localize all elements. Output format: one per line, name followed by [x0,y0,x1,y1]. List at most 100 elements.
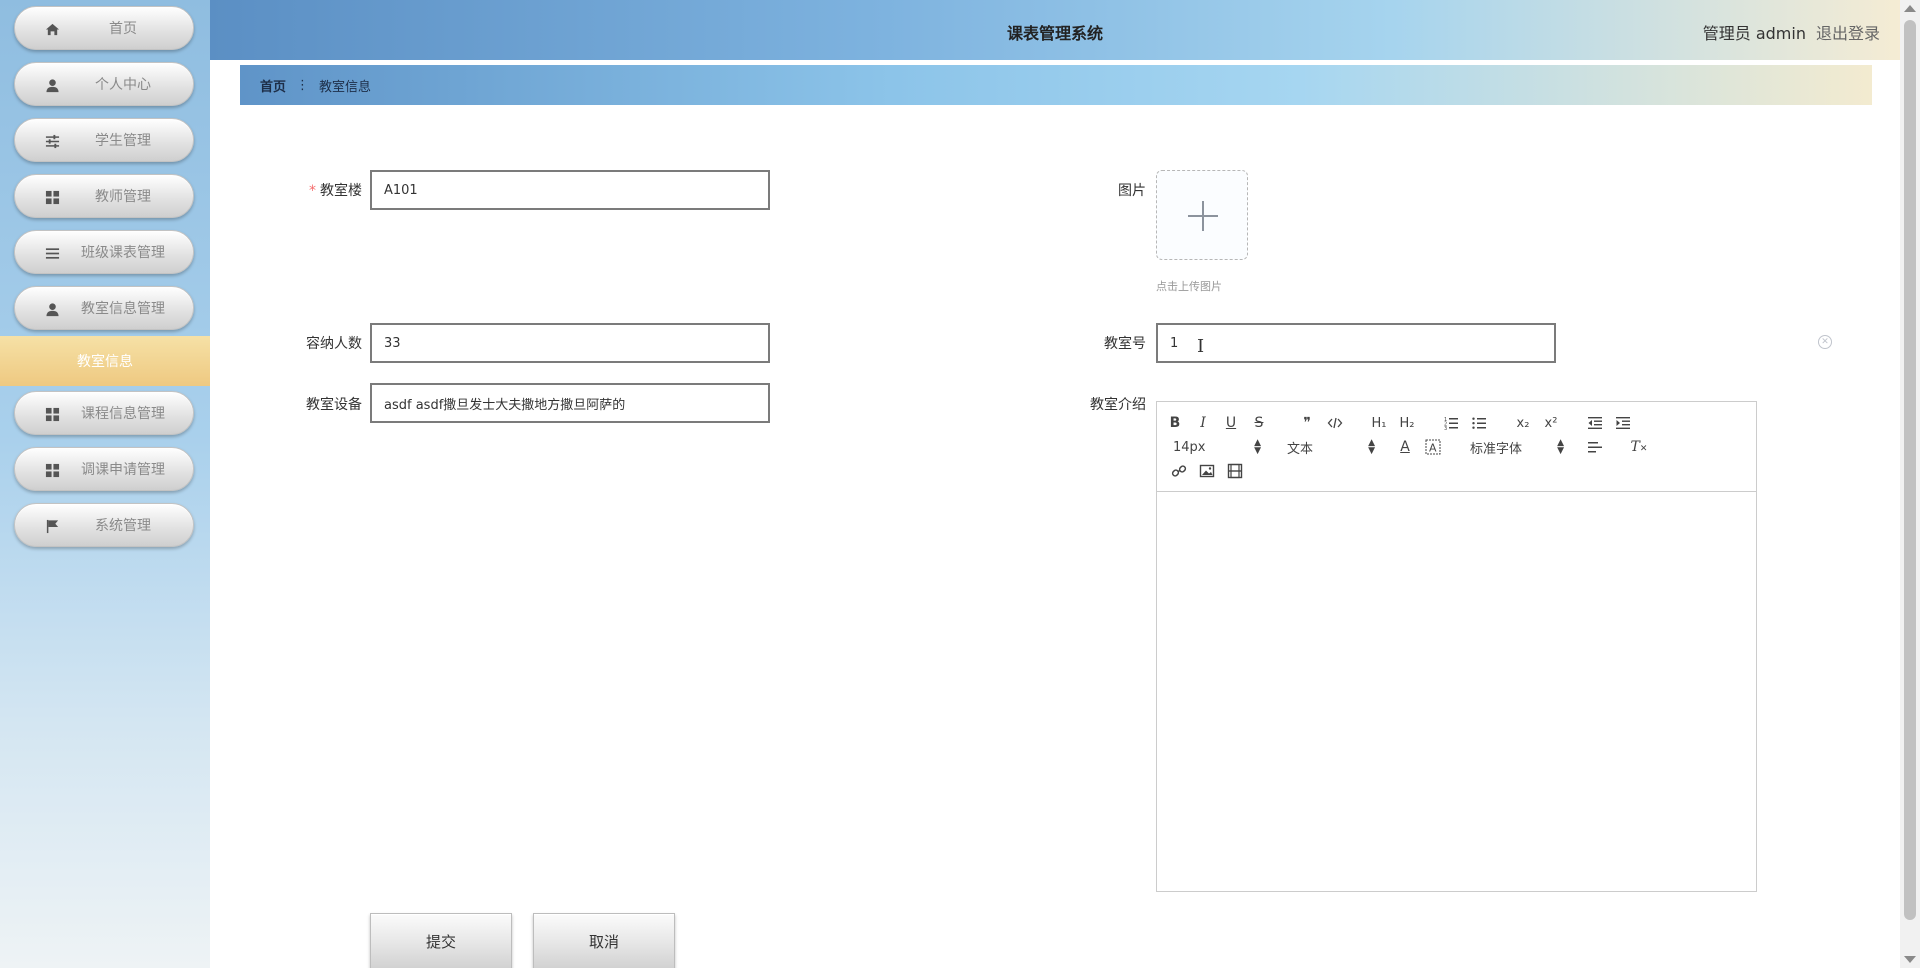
breadcrumb-separator: ⋮ [296,77,310,93]
font-family-select[interactable]: 标准字体 ▲ ▼ [1470,437,1564,457]
image-upload[interactable] [1156,170,1248,260]
header-select[interactable]: 文本 ▲ ▼ [1287,437,1375,457]
font-color-icon: A [1400,439,1410,455]
sidebar-item-label: 学生管理 [95,133,151,149]
ordered-list-button[interactable]: 123 [1440,413,1462,433]
list-icon [43,244,61,262]
video-button[interactable] [1224,461,1246,481]
sidebar-item-teachers[interactable]: 教师管理 [14,174,194,218]
h1-button[interactable]: H₁ [1368,413,1390,433]
font-color-button[interactable]: A [1394,437,1416,457]
building-input[interactable] [370,170,770,210]
building-label-text: 教室楼 [320,183,362,199]
background-color-button[interactable]: A [1422,437,1444,457]
editor-toolbar: B I U S ❞ H₁ H₂ 123 x₂ x² 14px ▲ ▼ 文本 ▲ ▼ A … [1157,402,1756,492]
clear-format-button[interactable]: T✕ [1628,437,1650,457]
align-left-icon [1588,442,1602,453]
font-size-value: 14px [1173,439,1206,455]
h2-button[interactable]: H₂ [1396,413,1418,433]
rich-text-editor: B I U S ❞ H₁ H₂ 123 x₂ x² 14px ▲ ▼ 文本 ▲ ▼ A … [1156,401,1757,892]
background-color-icon: A [1425,439,1441,455]
scroll-up-icon[interactable] [1904,5,1916,12]
video-icon [1227,463,1243,479]
indent-button[interactable] [1612,413,1634,433]
code-button[interactable] [1324,413,1346,433]
align-button[interactable] [1584,437,1606,457]
sidebar-item-reschedule[interactable]: 调课申请管理 [14,447,194,491]
sidebar-item-profile[interactable]: 个人中心 [14,62,194,106]
sidebar-item-label: 课程信息管理 [81,406,165,422]
page-scrollbar[interactable] [1900,0,1920,968]
bullet-list-button[interactable] [1468,413,1490,433]
sidebar-item-label: 教室信息管理 [81,301,165,317]
indent-icon [1616,417,1630,429]
scroll-thumb[interactable] [1904,20,1916,920]
ordered-list-icon: 123 [1444,417,1458,431]
breadcrumb: 首页 ⋮ 教室信息 [240,65,1872,105]
sidebar-item-label: 个人中心 [95,77,151,93]
link-button[interactable] [1168,461,1190,481]
superscript-button[interactable]: x² [1540,413,1562,433]
cancel-button[interactable]: 取消 [533,913,675,968]
sidebar-item-courses[interactable]: 课程信息管理 [14,391,194,435]
grid-icon [43,405,61,423]
text-cursor-icon: I [1197,336,1205,357]
font-size-select[interactable]: 14px ▲ ▼ [1173,437,1261,457]
quote-icon: ❞ [1303,415,1311,431]
sidebar-item-home[interactable]: 首页 [14,6,194,50]
grid-icon [43,461,61,479]
subscript-button[interactable]: x₂ [1512,413,1534,433]
header-select-value: 文本 [1287,441,1314,457]
required-mark: * [309,183,316,199]
select-arrows-icon: ▲ ▼ [1254,438,1261,456]
app-title: 课表管理系统 [1006,24,1103,43]
sidebar-item-system[interactable]: 系统管理 [14,503,194,547]
editor-content[interactable] [1157,492,1756,891]
underline-button[interactable]: U [1220,413,1242,433]
breadcrumb-current: 教室信息 [319,79,372,95]
blockquote-button[interactable]: ❞ [1296,413,1318,433]
strike-button[interactable]: S [1248,413,1270,433]
breadcrumb-home[interactable]: 首页 [260,76,286,95]
user-info: 管理员 admin 退出登录 [1703,20,1880,44]
italic-button[interactable]: I [1192,413,1214,433]
font-family-value: 标准字体 [1470,441,1523,457]
image-button[interactable] [1196,461,1218,481]
image-icon [1199,464,1215,478]
flag-icon [43,517,61,535]
sliders-icon [43,132,61,150]
scroll-down-icon[interactable] [1904,956,1916,963]
select-arrows-icon: ▲ ▼ [1368,438,1375,456]
intro-label: 教室介绍 [1090,397,1146,413]
user-icon [43,300,61,318]
sidebar-item-classroom-info[interactable]: 教室信息管理 [14,286,194,330]
svg-text:3: 3 [1444,426,1447,431]
sidebar-item-students[interactable]: 学生管理 [14,118,194,162]
equipment-input[interactable] [370,383,770,423]
capacity-input[interactable] [370,323,770,363]
submit-button[interactable]: 提交 [370,913,512,968]
room-no-label: 教室号 [1104,336,1146,352]
logout-link[interactable]: 退出登录 [1816,24,1880,43]
top-header: 课表管理系统 管理员 admin 退出登录 [210,0,1900,60]
upload-tip: 点击上传图片 [1156,280,1222,293]
image-label: 图片 [1118,183,1146,199]
clear-icon[interactable]: ✕ [1818,335,1832,349]
user-icon [43,76,61,94]
code-icon [1327,417,1343,429]
sidebar-item-label: 首页 [109,21,137,37]
sidebar-item-class-schedule[interactable]: 班级课表管理 [14,230,194,274]
equipment-label: 教室设备 [306,397,362,413]
sidebar-subitem-classroom[interactable]: 教室信息 [0,336,210,386]
building-label: * 教室楼 [290,180,362,200]
sidebar-item-label: 调课申请管理 [81,462,165,478]
bullet-list-icon [1472,417,1486,429]
bold-button[interactable]: B [1164,413,1186,433]
outdent-button[interactable] [1584,413,1606,433]
clear-format-icon: T✕ [1630,439,1648,455]
room-no-input[interactable] [1156,323,1556,363]
select-arrows-icon: ▲ ▼ [1557,438,1564,456]
home-icon [43,20,61,38]
sidebar-item-label: 系统管理 [95,518,151,534]
sidebar: 首页 个人中心 学生管理 教师管理 班级课表管理 教室信息管理 教室信息 课程信… [0,0,210,968]
